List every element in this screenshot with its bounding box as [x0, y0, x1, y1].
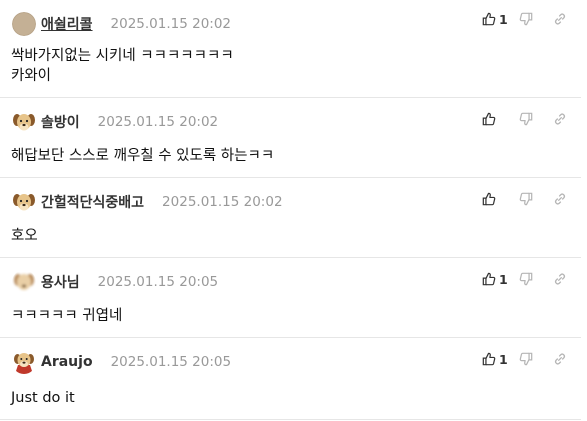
plain-avatar-icon[interactable]: [12, 12, 36, 36]
comment-author[interactable]: 솔방이: [41, 112, 80, 132]
comment-list: 애쉴리콜 2025.01.15 20:02 싹바가지없는 시키네 ㅋㅋㅋㅋㅋㅋㅋ…: [0, 0, 581, 421]
comment-header: Araujo 2025.01.15 20:05: [12, 350, 231, 374]
thumbs-up-icon: [482, 272, 496, 286]
like-button[interactable]: 1: [482, 351, 508, 367]
share-link-button[interactable]: [553, 352, 567, 366]
comment-author[interactable]: Araujo: [41, 354, 93, 370]
puppy-cape-avatar-icon[interactable]: [12, 350, 36, 374]
comment-text: 싹바가지없는 시키네 ㅋㅋㅋㅋㅋㅋㅋ 카와이: [11, 48, 234, 84]
thumbs-up-icon: [482, 12, 496, 26]
link-icon: [555, 273, 565, 285]
thumbs-up-icon: [482, 352, 496, 366]
comment-timestamp: 2025.01.15 20:05: [110, 354, 232, 370]
share-link-button[interactable]: [553, 272, 567, 286]
thumbs-up-icon: [482, 112, 496, 126]
dislike-button[interactable]: [519, 112, 533, 126]
share-link-button[interactable]: [553, 192, 567, 206]
comment-header: 간헐적단식중배고 2025.01.15 20:02: [12, 190, 283, 214]
comment-actions: [482, 190, 567, 208]
comment-item: 용사님 2025.01.15 20:05 ㅋㅋㅋㅋㅋ 귀엽네 1: [0, 258, 581, 338]
comment-item: 솔방이 2025.01.15 20:02 해답보단 스스로 깨우칠 수 있도록 …: [0, 98, 581, 178]
link-icon: [555, 13, 565, 25]
dislike-button[interactable]: [519, 352, 533, 366]
like-button[interactable]: [482, 192, 507, 206]
comment-item: 애쉴리콜 2025.01.15 20:02 싹바가지없는 시키네 ㅋㅋㅋㅋㅋㅋㅋ…: [0, 0, 581, 98]
comment-author[interactable]: 용사님: [41, 272, 80, 292]
puppy-avatar-icon[interactable]: [12, 190, 36, 214]
comment-timestamp: 2025.01.15 20:02: [110, 16, 232, 32]
comment-author[interactable]: 간헐적단식중배고: [41, 192, 144, 212]
comment-header: 솔방이 2025.01.15 20:02: [12, 110, 218, 134]
comment-actions: 1: [482, 270, 567, 288]
comment-timestamp: 2025.01.15 20:02: [97, 114, 219, 130]
comment-actions: 1: [482, 350, 567, 368]
comment-timestamp: 2025.01.15 20:02: [162, 194, 283, 210]
comment-text: ㅋㅋㅋㅋㅋ 귀엽네: [11, 308, 123, 324]
comment-item: 간헐적단식중배고 2025.01.15 20:02 호오: [0, 178, 581, 258]
like-count: 1: [499, 271, 508, 287]
link-icon: [555, 353, 565, 365]
comment-header: 용사님 2025.01.15 20:05: [12, 270, 218, 294]
comment-actions: [482, 110, 567, 128]
comment-item: Araujo 2025.01.15 20:05 Just do it 1: [0, 338, 581, 420]
like-count: 1: [499, 11, 508, 27]
comment-timestamp: 2025.01.15 20:05: [97, 274, 219, 290]
share-link-button[interactable]: [553, 112, 567, 126]
thumbs-up-icon: [482, 192, 496, 206]
comment-text: 호오: [11, 228, 38, 244]
comment-author[interactable]: 애쉴리콜: [41, 14, 93, 34]
comment-text: Just do it: [11, 390, 75, 406]
dislike-button[interactable]: [519, 12, 533, 26]
share-link-button[interactable]: [553, 12, 567, 26]
dislike-button[interactable]: [519, 192, 533, 206]
puppy-avatar-icon[interactable]: [12, 110, 36, 134]
thumbs-down-icon: [519, 352, 533, 366]
like-button[interactable]: [482, 112, 507, 126]
comment-header: 애쉴리콜 2025.01.15 20:02: [12, 12, 231, 36]
comment-text: 해답보단 스스로 깨우칠 수 있도록 하는ㅋㅋ: [11, 148, 275, 164]
blurred-puppy-avatar-icon[interactable]: [12, 270, 36, 294]
like-button[interactable]: 1: [482, 271, 508, 287]
thumbs-down-icon: [519, 12, 533, 26]
like-count: 1: [499, 351, 508, 367]
thumbs-down-icon: [519, 192, 533, 206]
dislike-button[interactable]: [519, 272, 533, 286]
link-icon: [555, 113, 565, 125]
comment-actions: 1: [482, 10, 567, 28]
like-button[interactable]: 1: [482, 11, 508, 27]
link-icon: [555, 193, 565, 205]
thumbs-down-icon: [519, 272, 533, 286]
thumbs-down-icon: [519, 112, 533, 126]
